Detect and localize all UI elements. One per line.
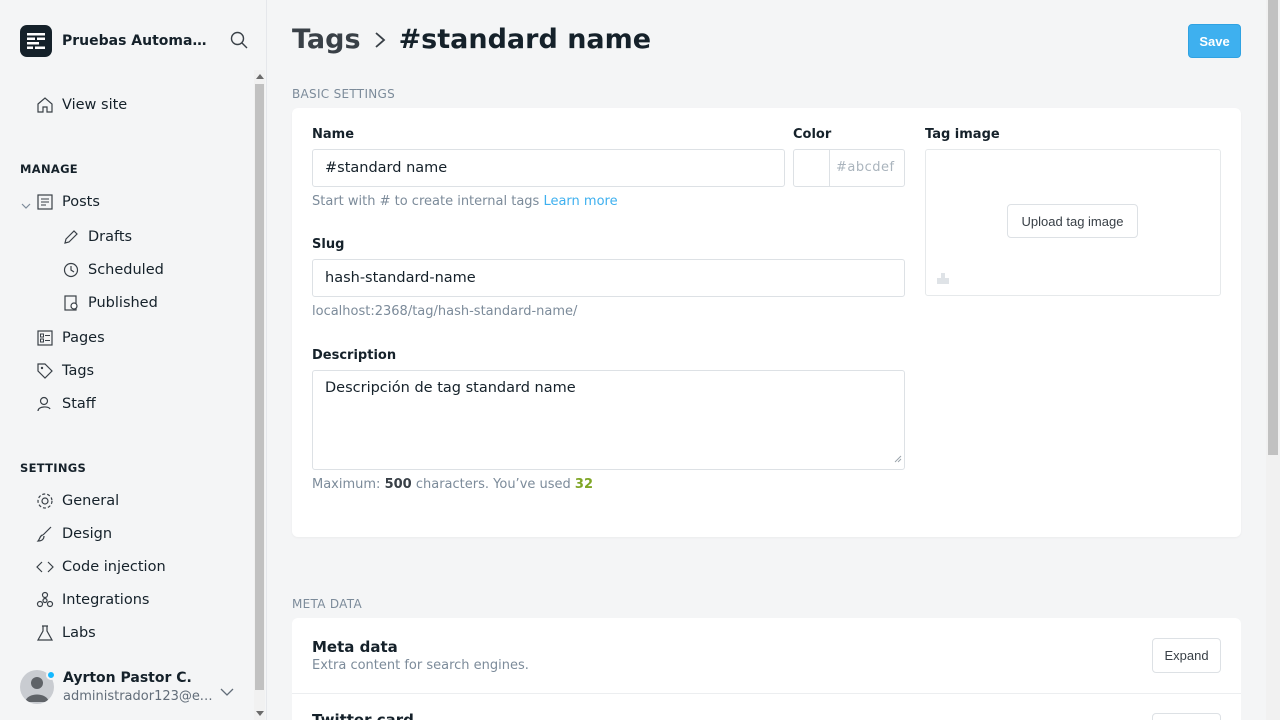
nav-label: Pages <box>62 330 105 346</box>
scroll-down-arrow-icon[interactable] <box>256 711 264 716</box>
nav-label: Scheduled <box>88 262 164 278</box>
nav-tags[interactable]: Tags <box>36 359 94 383</box>
nav-label: Labs <box>62 625 96 641</box>
nav-pages[interactable]: Pages <box>36 326 105 350</box>
nav-scheduled[interactable]: Scheduled <box>62 258 164 282</box>
nav-label: Code injection <box>62 559 166 575</box>
clock-icon <box>63 262 79 278</box>
sidebar-scrollbar[interactable] <box>254 70 265 720</box>
scrollbar-thumb[interactable] <box>255 84 264 690</box>
gear-icon <box>37 493 53 509</box>
nav-staff[interactable]: Staff <box>36 392 96 416</box>
character-counter: Maximum: 500 characters. You’ve used 32 <box>312 477 593 492</box>
nav-label: Integrations <box>62 592 150 608</box>
code-icon <box>36 561 54 573</box>
name-label: Name <box>312 127 355 142</box>
chevron-right-icon <box>374 31 385 48</box>
meta-data-card: Meta data Extra content for search engin… <box>292 618 1241 720</box>
nav-drafts[interactable]: Drafts <box>62 225 132 249</box>
slug-input[interactable]: hash-standard-name <box>312 259 905 297</box>
posts-icon <box>37 194 53 210</box>
color-placeholder: #abcdef <box>836 160 895 175</box>
user-email: administrador123@exa... <box>63 689 213 704</box>
section-settings: SETTINGS <box>20 461 87 475</box>
home-icon <box>37 97 53 113</box>
user-name: Ayrton Pastor C. <box>63 670 192 686</box>
resize-handle-icon[interactable] <box>894 451 902 467</box>
nav-general[interactable]: General <box>36 489 119 513</box>
breadcrumb: Tags #standard name <box>292 24 651 55</box>
nav-label: Published <box>88 295 158 311</box>
tag-image-label: Tag image <box>925 127 1000 142</box>
counter-used: 32 <box>574 477 594 492</box>
color-label: Color <box>793 127 832 142</box>
staff-icon <box>37 396 51 412</box>
sidebar: Pruebas Automati... View site MANAGE Pos… <box>0 0 267 720</box>
nav-label: Tags <box>62 363 95 379</box>
site-logo-icon[interactable] <box>20 25 52 57</box>
color-input[interactable]: #abcdef <box>793 149 905 187</box>
tag-image-dropzone[interactable]: Upload tag image <box>925 149 1221 296</box>
image-upload-icon <box>936 270 950 289</box>
page-scrollbar-thumb[interactable] <box>1268 0 1278 455</box>
nav-integrations[interactable]: Integrations <box>36 588 149 612</box>
chevron-down-icon[interactable] <box>220 682 234 701</box>
search-icon[interactable] <box>230 31 250 51</box>
nav-design[interactable]: Design <box>36 522 112 546</box>
description-text: Descripción de tag standard name <box>325 380 576 396</box>
description-label: Description <box>312 348 397 363</box>
breadcrumb-tags-link[interactable]: Tags <box>292 24 361 55</box>
tag-icon <box>37 363 53 379</box>
scroll-up-arrow-icon[interactable] <box>256 74 264 79</box>
site-header: Pruebas Automati... <box>20 25 250 57</box>
basic-settings-card: Name #standard name Start with # to crea… <box>292 108 1241 537</box>
name-hint: Start with # to create internal tags Lea… <box>312 194 618 209</box>
page-scrollbar[interactable] <box>1266 0 1280 720</box>
nav-label: General <box>62 493 120 509</box>
status-dot <box>46 670 56 680</box>
counter-prefix: Maximum: <box>312 477 381 492</box>
name-hint-text: Start with # to create internal tags <box>312 194 540 209</box>
basic-settings-heading: BASIC SETTINGS <box>292 87 396 101</box>
slug-url: localhost:2368/tag/hash-standard-name/ <box>312 304 578 319</box>
pages-icon <box>37 330 53 346</box>
user-menu[interactable]: Ayrton Pastor C. administrador123@exa... <box>20 670 245 710</box>
site-title[interactable]: Pruebas Automati... <box>62 33 212 49</box>
divider <box>292 693 1241 694</box>
nav-label: View site <box>62 97 128 113</box>
nav-published[interactable]: Published <box>62 291 158 315</box>
published-icon <box>64 295 78 311</box>
nav-label: Drafts <box>88 229 133 245</box>
upload-tag-image-button[interactable]: Upload tag image <box>1007 204 1138 238</box>
pencil-icon <box>64 230 78 244</box>
nav-code-injection[interactable]: Code injection <box>36 555 166 579</box>
nav-posts[interactable]: Posts <box>36 190 100 214</box>
slug-label: Slug <box>312 237 345 252</box>
learn-more-link[interactable]: Learn more <box>543 194 617 209</box>
counter-mid: characters. You’ve used <box>415 477 571 492</box>
expand-meta-button[interactable]: Expand <box>1152 638 1221 673</box>
meta-data-title: Meta data <box>312 638 398 656</box>
expand-twitter-button[interactable] <box>1152 713 1221 720</box>
main-content: Tags #standard name Save BASIC SETTINGS … <box>268 0 1266 720</box>
meta-data-subtitle: Extra content for search engines. <box>312 658 529 673</box>
save-button[interactable]: Save <box>1188 24 1241 58</box>
color-swatch[interactable] <box>794 150 830 186</box>
nav-labs[interactable]: Labs <box>36 621 96 645</box>
nav-view-site[interactable]: View site <box>36 93 127 117</box>
section-manage: MANAGE <box>20 162 78 176</box>
nav-label: Posts <box>62 194 100 210</box>
twitter-card-title: Twitter card <box>312 711 414 720</box>
counter-max: 500 <box>384 477 412 492</box>
flask-icon <box>36 625 54 641</box>
brush-icon <box>36 526 52 542</box>
nav-label: Staff <box>62 396 96 412</box>
meta-data-heading: META DATA <box>292 597 362 611</box>
nav-label: Design <box>62 526 113 542</box>
chevron-down-icon[interactable] <box>20 197 32 216</box>
page-title: #standard name <box>398 24 652 55</box>
name-input[interactable]: #standard name <box>312 149 785 187</box>
integrations-icon <box>36 591 54 608</box>
description-textarea[interactable]: Descripción de tag standard name <box>312 370 905 470</box>
